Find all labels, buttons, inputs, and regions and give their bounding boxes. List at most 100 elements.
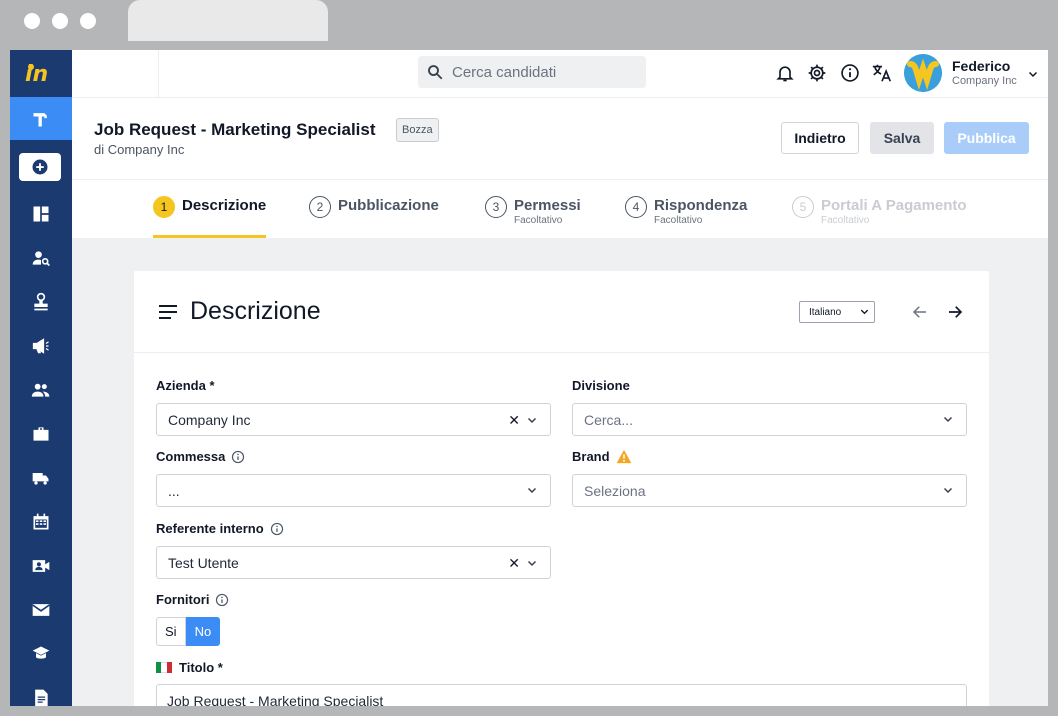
- fornitori-label: Fornitori: [156, 592, 229, 607]
- chevron-down-icon[interactable]: [942, 413, 954, 425]
- avatar[interactable]: [904, 54, 942, 92]
- language-select[interactable]: Italiano: [799, 301, 875, 323]
- sidebar-item-documents[interactable]: [10, 680, 72, 706]
- step-label: Portali A Pagamento: [821, 197, 967, 214]
- mail-icon: [32, 604, 50, 616]
- document-icon: [35, 689, 48, 706]
- menu-lines-icon: [158, 304, 178, 325]
- azienda-select[interactable]: Company Inc ✕: [156, 403, 551, 436]
- search-input[interactable]: [452, 63, 632, 81]
- sidebar-item-candidates[interactable]: [10, 240, 72, 276]
- people-icon: [31, 383, 50, 397]
- referente-label: Referente interno: [156, 521, 284, 536]
- info-icon[interactable]: [270, 522, 284, 536]
- step-sublabel: Facoltativo: [654, 215, 703, 226]
- user-menu-chevron[interactable]: [1027, 67, 1039, 85]
- info-icon[interactable]: [215, 593, 229, 607]
- warning-icon[interactable]: [616, 449, 632, 464]
- school-icon: [32, 646, 50, 659]
- info-icon[interactable]: [231, 450, 245, 464]
- referente-select[interactable]: Test Utente ✕: [156, 546, 551, 579]
- italy-flag-icon: [156, 662, 172, 673]
- sidebar-item-campaigns[interactable]: [10, 328, 72, 364]
- step-number: 1: [153, 196, 175, 218]
- publish-button[interactable]: Pubblica: [944, 122, 1029, 154]
- card-header: Descrizione Italiano: [134, 271, 989, 353]
- sidebar-item-stamp[interactable]: [10, 284, 72, 320]
- search-icon: [428, 65, 443, 80]
- browser-tab[interactable]: [128, 0, 328, 41]
- sidebar-item-calendar[interactable]: [10, 504, 72, 540]
- chevron-down-icon[interactable]: [942, 484, 954, 496]
- truck-icon: [32, 473, 49, 485]
- dashboard-icon: [33, 206, 49, 222]
- info-button[interactable]: [839, 62, 861, 84]
- settings-button[interactable]: [806, 62, 828, 84]
- chevron-down-icon[interactable]: [526, 557, 538, 569]
- sidebar-item-jobs-list[interactable]: [10, 416, 72, 452]
- translate-icon: [872, 64, 892, 82]
- sidebar: in: [10, 50, 72, 706]
- titolo-label: Titolo *: [156, 660, 223, 675]
- add-button[interactable]: [19, 153, 61, 181]
- step-label: Pubblicazione: [338, 197, 439, 214]
- step-rispondenza[interactable]: 4 Rispondenza Facoltativo: [625, 196, 747, 226]
- divisione-select[interactable]: Cerca...: [572, 403, 967, 436]
- app-viewport: in Cerca candidati Federico Company Inc …: [10, 50, 1048, 706]
- notifications-button[interactable]: [774, 62, 796, 84]
- window-controls: [24, 13, 96, 29]
- sidebar-item-mail[interactable]: [10, 592, 72, 628]
- logo-icon[interactable]: in: [10, 50, 72, 97]
- sidebar-item-interviews[interactable]: [10, 548, 72, 584]
- fornitori-option-si[interactable]: Si: [156, 617, 186, 646]
- stepper: 1 Descrizione 2 Pubblicazione 3 Permessi…: [72, 180, 1048, 238]
- clear-icon[interactable]: ✕: [508, 556, 520, 570]
- brand-label: Brand: [572, 449, 632, 464]
- sidebar-item-training[interactable]: [10, 636, 72, 672]
- divisione-label: Divisione: [572, 378, 630, 393]
- chevron-down-icon: [1028, 71, 1038, 78]
- language-button[interactable]: [871, 62, 893, 84]
- step-sublabel: Facoltativo: [514, 215, 563, 226]
- step-sublabel: Facoltativo: [821, 215, 870, 226]
- sidebar-item-dashboard[interactable]: [10, 196, 72, 232]
- add-icon: [32, 159, 48, 175]
- commessa-select[interactable]: ...: [156, 474, 551, 507]
- step-number: 4: [625, 196, 647, 218]
- chevron-down-icon[interactable]: [526, 414, 538, 426]
- back-button[interactable]: Indietro: [781, 122, 859, 154]
- prev-arrow-button[interactable]: [909, 301, 931, 323]
- step-pubblicazione[interactable]: 2 Pubblicazione: [309, 196, 439, 218]
- fornitori-option-no[interactable]: No: [185, 617, 221, 646]
- sidebar-item-team[interactable]: [10, 372, 72, 408]
- commessa-label-text: Commessa: [156, 449, 226, 464]
- fornitori-toggle: Si No: [156, 617, 221, 646]
- step-permessi[interactable]: 3 Permessi Facoltativo: [485, 196, 581, 226]
- window-minimize-dot[interactable]: [52, 13, 68, 29]
- window-maximize-dot[interactable]: [80, 13, 96, 29]
- brand-select[interactable]: Seleziona: [572, 474, 967, 507]
- titolo-label-text: Titolo *: [179, 660, 223, 675]
- clear-icon[interactable]: ✕: [508, 413, 520, 427]
- step-label: Permessi: [514, 197, 581, 214]
- titolo-input[interactable]: Job Request - Marketing Specialist: [156, 684, 967, 706]
- arrow-right-icon: [949, 306, 963, 318]
- chevron-down-icon[interactable]: [526, 484, 538, 496]
- next-arrow-button[interactable]: [944, 301, 966, 323]
- azienda-value: Company Inc: [168, 411, 251, 428]
- window-close-dot[interactable]: [24, 13, 40, 29]
- search-box[interactable]: [418, 56, 646, 88]
- user-company: Company Inc: [952, 75, 1017, 87]
- step-label: Rispondenza: [654, 197, 748, 214]
- save-button[interactable]: Salva: [870, 122, 934, 154]
- sidebar-item-logistics[interactable]: [10, 460, 72, 496]
- fornitori-label-text: Fornitori: [156, 592, 210, 607]
- page-title: Job Request - Marketing Specialist: [94, 120, 376, 139]
- sidebar-item-jobs[interactable]: [10, 97, 72, 140]
- user-name[interactable]: Federico: [952, 58, 1010, 74]
- step-descrizione[interactable]: 1 Descrizione: [153, 196, 266, 218]
- commessa-value: ...: [168, 482, 180, 499]
- step-label: Descrizione: [182, 197, 267, 214]
- description-card: Descrizione Italiano Azienda * Company I…: [134, 271, 989, 706]
- step-number: 5: [792, 196, 814, 218]
